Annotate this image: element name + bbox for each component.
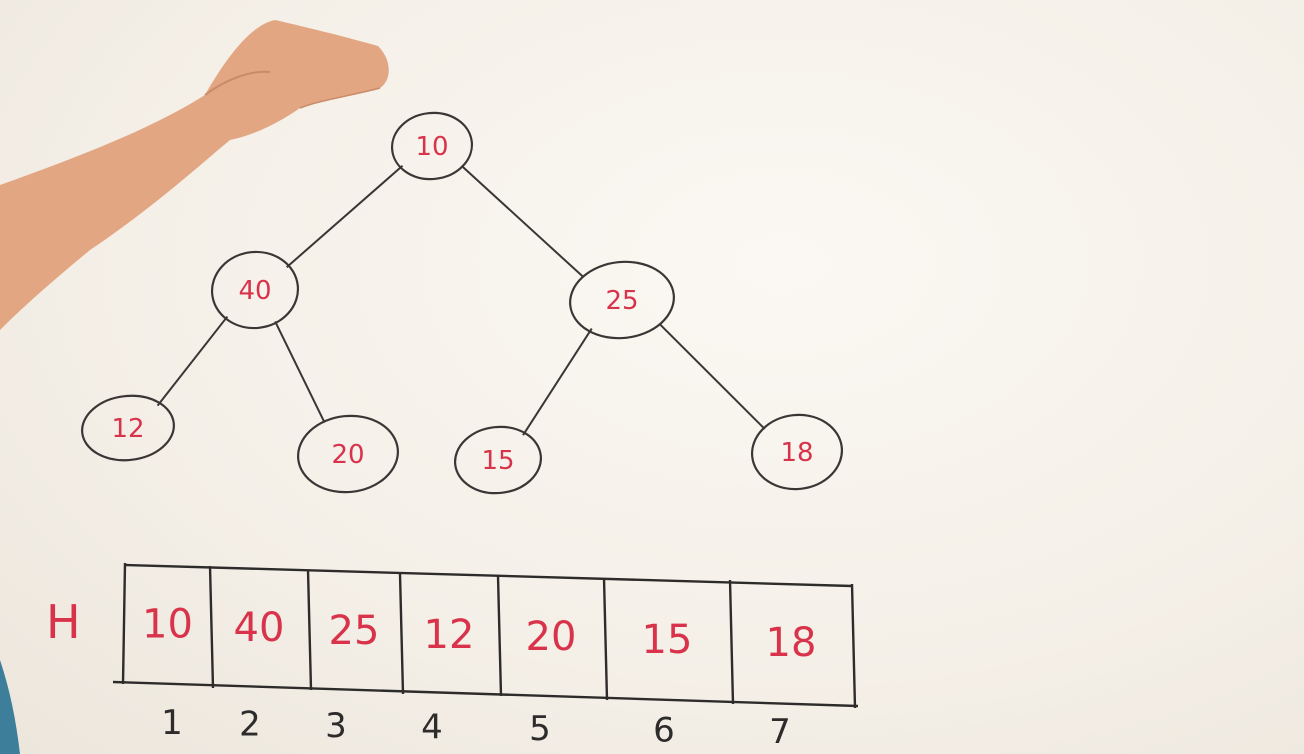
- array-outline: [112, 563, 859, 708]
- node-value: 10: [415, 132, 448, 162]
- array-cell-value: 25: [329, 608, 380, 654]
- whiteboard: 1040 251220 15 18 H 10 40 25 12 20 15 18 1234567: [0, 20, 859, 754]
- array-divider: [602, 577, 609, 701]
- tree-edge: [460, 165, 585, 279]
- array-divider: [850, 583, 857, 709]
- array-index-label: 3: [325, 706, 347, 746]
- node-value: 40: [238, 276, 271, 306]
- array-cell-value: 20: [526, 614, 577, 660]
- tree-edge: [286, 165, 404, 268]
- array-divider: [306, 569, 313, 691]
- array-cell-value: 40: [234, 605, 285, 651]
- tree-edge: [522, 327, 593, 436]
- array-cell-value: 10: [142, 602, 193, 648]
- person-edge: [0, 660, 20, 754]
- heap-array: 10 40 25 12 20 15 18: [112, 562, 859, 709]
- array-index-label: 4: [421, 708, 443, 748]
- node-value: 20: [331, 440, 364, 470]
- node-value: 18: [780, 438, 813, 468]
- tree-node: 12: [81, 394, 175, 462]
- tree-edge: [658, 322, 766, 430]
- tree-node: 15: [453, 425, 543, 495]
- tree-node: 10: [390, 111, 474, 181]
- array-divider: [208, 565, 215, 689]
- array-index-label: 7: [769, 712, 791, 752]
- array-cell-value: 15: [642, 617, 693, 663]
- node-value: 15: [481, 446, 514, 476]
- array-index-label: 2: [239, 705, 261, 745]
- array-index-label: 5: [529, 709, 551, 749]
- array-index-label: 1: [161, 703, 183, 743]
- array-divider: [496, 575, 503, 697]
- tree-node: 25: [569, 260, 675, 340]
- array-cell-value: 18: [766, 620, 817, 666]
- array-cell-value: 12: [424, 612, 475, 658]
- node-value: 25: [605, 286, 638, 316]
- tree-node: 20: [297, 414, 399, 494]
- tree-node: 18: [750, 413, 844, 491]
- array-label-h: H: [46, 595, 81, 649]
- array-divider: [121, 562, 127, 685]
- tree-node: 40: [210, 250, 300, 330]
- tree-edge: [156, 315, 229, 407]
- array-divider: [398, 573, 405, 695]
- presenter-arm: [0, 20, 389, 330]
- array-indices: 1 2 3 4 5 6 7: [161, 703, 791, 752]
- node-value: 12: [111, 414, 144, 444]
- array-index-label: 6: [653, 711, 675, 751]
- array-divider: [728, 579, 735, 705]
- tree-edge: [274, 320, 326, 424]
